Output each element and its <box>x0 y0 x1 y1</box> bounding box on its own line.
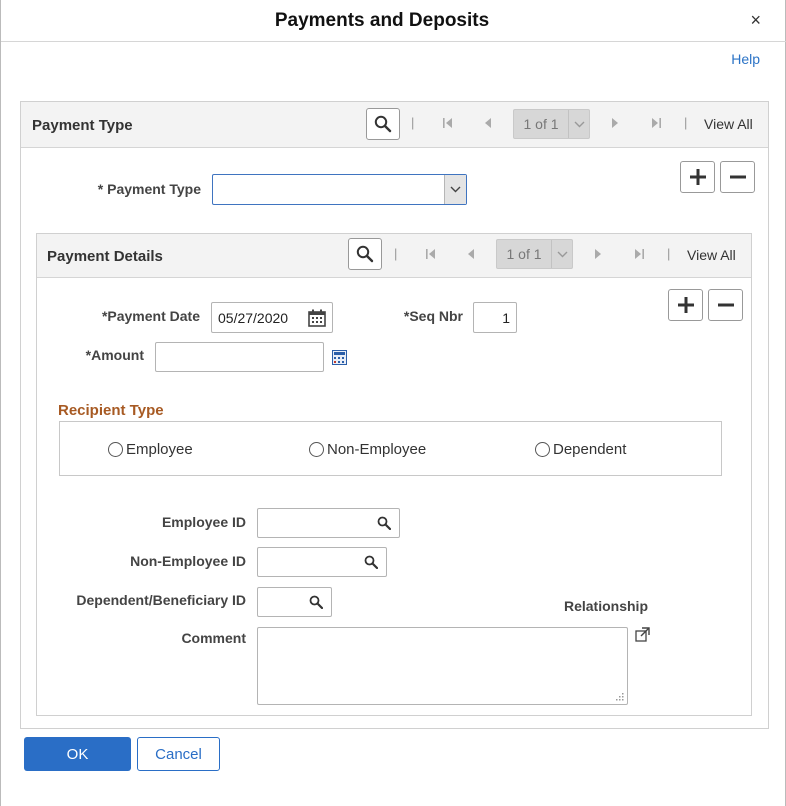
recipient-radio-non-employee[interactable]: Non-Employee <box>309 441 426 458</box>
row-pager[interactable]: 1 of 1 <box>513 109 590 139</box>
payment-date-label: *Payment Date <box>101 308 200 324</box>
delete-row-button[interactable] <box>720 161 755 193</box>
search-icon <box>356 245 374 263</box>
search-button[interactable] <box>348 238 382 270</box>
payment-type-label: * Payment Type <box>97 181 201 197</box>
close-icon[interactable]: × <box>750 10 761 31</box>
employee-id-label: Employee ID <box>161 514 246 530</box>
calculator-icon[interactable] <box>332 350 347 365</box>
relationship-label: Relationship <box>563 598 648 614</box>
recipient-type-group: Employee Non-Employee Dependent <box>59 421 722 476</box>
pager-text: 1 of 1 <box>506 246 542 262</box>
delete-row-icon <box>729 175 746 179</box>
dialog-title: Payments and Deposits <box>274 10 490 31</box>
nav-separator: | <box>411 115 415 130</box>
payment-details-grid-title: Payment Details <box>47 248 163 265</box>
row-pager[interactable]: 1 of 1 <box>496 239 573 269</box>
cancel-button[interactable]: Cancel <box>137 737 220 771</box>
ok-button[interactable]: OK <box>24 737 131 771</box>
dialog-titlebar: Payments and Deposits × <box>1 0 786 42</box>
last-page-icon[interactable] <box>633 248 645 260</box>
radio-label: Non-Employee <box>327 441 427 458</box>
search-icon[interactable] <box>364 555 378 569</box>
payment-type-grid-header: Payment Type | 1 of 1 | View All <box>21 102 768 148</box>
payment-type-select[interactable] <box>212 174 467 205</box>
payment-details-grid-header: Payment Details | 1 of 1 | View All <box>37 234 751 278</box>
recipient-radio-dependent[interactable]: Dependent <box>535 441 626 458</box>
previous-page-icon[interactable] <box>483 117 493 129</box>
seq-nbr-label: *Seq Nbr <box>403 308 463 324</box>
seq-nbr-field[interactable]: 1 <box>473 302 517 333</box>
view-all-link[interactable]: View All <box>687 247 736 263</box>
add-row-icon <box>689 169 706 185</box>
calendar-icon[interactable] <box>308 309 326 327</box>
search-icon[interactable] <box>309 595 323 609</box>
recipient-type-title: Recipient Type <box>58 402 164 419</box>
non-employee-id-field[interactable] <box>257 547 387 577</box>
help-link[interactable]: Help <box>731 51 760 67</box>
nav-separator: | <box>684 115 688 130</box>
chevron-down-icon[interactable] <box>568 110 589 138</box>
payments-dialog: Payments and Deposits × Help Payment Typ… <box>0 0 786 806</box>
add-row-button[interactable] <box>668 289 703 321</box>
next-page-icon[interactable] <box>593 248 603 260</box>
non-employee-id-label: Non-Employee ID <box>130 553 246 569</box>
nav-separator: | <box>394 246 398 261</box>
radio-circle-icon[interactable] <box>108 442 123 457</box>
first-page-icon[interactable] <box>442 117 454 129</box>
resize-grip-icon[interactable] <box>615 692 624 701</box>
chevron-down-icon[interactable] <box>444 175 466 204</box>
pager-text: 1 of 1 <box>523 116 559 132</box>
expand-icon[interactable] <box>635 627 650 642</box>
nav-separator: | <box>667 246 671 261</box>
comment-label: Comment <box>181 630 246 646</box>
radio-label: Dependent <box>553 441 627 458</box>
delete-row-button[interactable] <box>708 289 743 321</box>
search-icon[interactable] <box>377 516 391 530</box>
first-page-icon[interactable] <box>425 248 437 260</box>
search-icon <box>374 115 392 133</box>
amount-field[interactable] <box>155 342 324 372</box>
chevron-down-icon[interactable] <box>551 240 572 268</box>
payment-type-grid-title: Payment Type <box>32 117 133 134</box>
search-button[interactable] <box>366 108 400 140</box>
previous-page-icon[interactable] <box>466 248 476 260</box>
amount-label: *Amount <box>85 347 144 363</box>
radio-circle-icon[interactable] <box>309 442 324 457</box>
next-page-icon[interactable] <box>610 117 620 129</box>
payment-date-value: 05/27/2020 <box>218 309 289 326</box>
recipient-radio-employee[interactable]: Employee <box>108 441 193 458</box>
dependent-id-field[interactable] <box>257 587 332 617</box>
payment-date-field[interactable]: 05/27/2020 <box>211 302 333 333</box>
seq-nbr-value: 1 <box>502 309 510 326</box>
add-row-icon <box>677 297 694 313</box>
add-row-button[interactable] <box>680 161 715 193</box>
employee-id-field[interactable] <box>257 508 400 538</box>
last-page-icon[interactable] <box>650 117 662 129</box>
radio-circle-icon[interactable] <box>535 442 550 457</box>
view-all-link[interactable]: View All <box>704 116 753 132</box>
dependent-id-label: Dependent/Beneficiary ID <box>76 592 246 608</box>
comment-textarea[interactable] <box>257 627 628 705</box>
radio-label: Employee <box>126 441 193 458</box>
delete-row-icon <box>717 303 734 307</box>
